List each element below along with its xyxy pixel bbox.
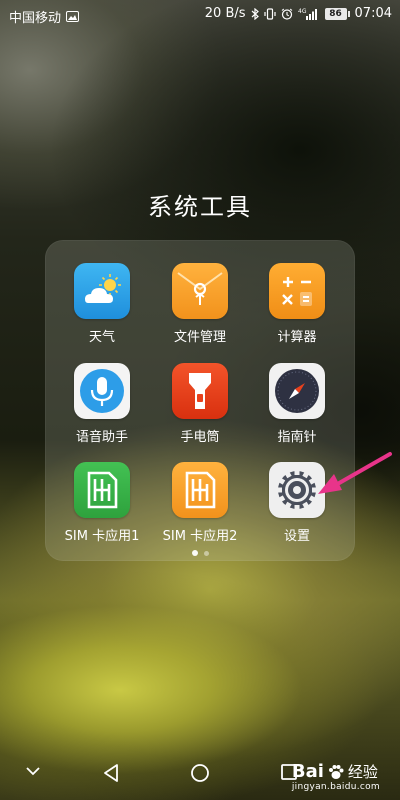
app-label: 设置 <box>283 529 310 544</box>
watermark-url: jingyan.baidu.com <box>291 782 380 792</box>
page-indicator <box>0 550 400 556</box>
app-voice-assistant[interactable]: 语音助手 <box>52 363 152 445</box>
sim-card-icon <box>172 462 228 518</box>
app-file-manager[interactable]: 文件管理 <box>150 263 250 345</box>
back-icon[interactable] <box>102 763 120 787</box>
alarm-icon <box>281 8 293 20</box>
home-icon[interactable] <box>190 763 210 787</box>
app-sim-card-1[interactable]: SIM 卡应用1 <box>52 462 152 544</box>
app-label: 语音助手 <box>75 430 128 445</box>
folder-title[interactable]: 系统工具 <box>0 187 400 222</box>
annotation-arrow-icon <box>318 452 392 494</box>
app-calculator[interactable]: 计算器 <box>247 263 347 345</box>
page-dot <box>203 550 209 556</box>
app-sim-card-2[interactable]: SIM 卡应用2 <box>150 462 250 544</box>
app-label: SIM 卡应用2 <box>162 529 238 544</box>
paw-icon <box>328 765 344 779</box>
battery-level: 86 <box>324 7 347 20</box>
microphone-icon <box>74 363 130 419</box>
app-label: SIM 卡应用1 <box>64 529 140 544</box>
app-compass[interactable]: 指南针 <box>247 363 347 445</box>
watermark-suffix: 经验 <box>347 762 378 781</box>
app-label: 计算器 <box>277 330 317 345</box>
app-label: 文件管理 <box>173 330 226 345</box>
battery-indicator: 86 <box>324 7 350 20</box>
watermark-brand: Bai <box>291 761 324 782</box>
status-bar: 中国移动 20 B/s 4G 86 07:04 <box>0 0 400 28</box>
app-weather[interactable]: 天气 <box>52 263 152 345</box>
vibrate-icon <box>263 7 276 20</box>
baidu-jingyan-watermark: Bai 经验 jingyan.baidu.com <box>292 763 380 792</box>
weather-icon <box>74 263 130 319</box>
app-flashlight[interactable]: 手电筒 <box>150 363 250 445</box>
compass-icon <box>269 363 325 419</box>
clock: 07:04 <box>354 6 392 21</box>
svg-text:4G: 4G <box>298 8 307 15</box>
network-speed: 20 B/s <box>204 6 246 21</box>
notification-image-icon <box>66 11 80 22</box>
page-dot-active <box>191 550 198 556</box>
folder-icon <box>172 263 228 319</box>
bluetooth-icon <box>251 7 259 20</box>
calculator-icon <box>269 263 325 319</box>
signal-icon: 4G <box>298 8 320 20</box>
sim-card-icon <box>74 462 130 518</box>
chevron-down-icon[interactable] <box>25 763 41 783</box>
flashlight-icon <box>172 363 228 419</box>
carrier-name: 中国移动 <box>9 11 62 26</box>
app-label: 天气 <box>88 330 115 345</box>
app-label: 手电筒 <box>180 430 220 445</box>
app-label: 指南针 <box>277 430 317 445</box>
